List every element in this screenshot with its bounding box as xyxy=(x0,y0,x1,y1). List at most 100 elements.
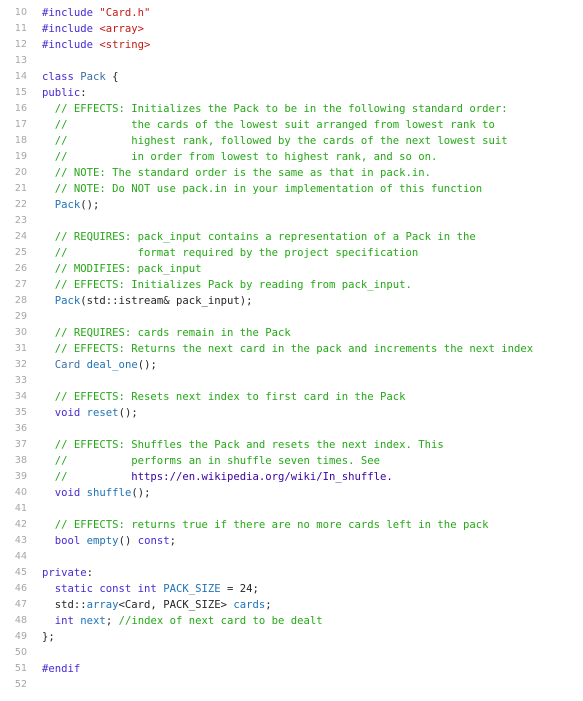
code-token: <array> xyxy=(99,23,145,35)
comment-token: // xyxy=(42,471,132,483)
code-line[interactable]: 43 bool empty() const; xyxy=(0,533,583,549)
code-line[interactable]: 16 // EFFECTS: Initializes the Pack to b… xyxy=(0,101,583,117)
code-line[interactable]: 30 // REQUIRES: cards remain in the Pack xyxy=(0,325,583,341)
code-line[interactable]: 23 xyxy=(0,213,583,229)
code-line[interactable]: 14 class Pack { xyxy=(0,69,583,85)
code-line[interactable]: 45 private: xyxy=(0,565,583,581)
code-line[interactable]: 18 // highest rank, followed by the card… xyxy=(0,133,583,149)
url-token[interactable]: https://en.wikipedia.org/wiki/In_shuffle… xyxy=(131,471,393,483)
line-number: 26 xyxy=(14,263,27,274)
code-line[interactable]: 24 // REQUIRES: pack_input contains a re… xyxy=(0,229,583,245)
code-line[interactable]: 31 // EFFECTS: Returns the next card in … xyxy=(0,341,583,357)
code-text: // EFFECTS: Returns the next card in the… xyxy=(42,341,533,357)
code-text: // EFFECTS: Resets next index to first c… xyxy=(42,389,406,405)
comment-token: // NOTE: The standard order is the same … xyxy=(42,167,432,179)
code-text: // highest rank, followed by the cards o… xyxy=(42,133,508,149)
code-text: // MODIFIES: pack_input xyxy=(42,261,202,277)
code-line[interactable]: 17 // the cards of the lowest suit arran… xyxy=(0,117,583,133)
line-number: 37 xyxy=(14,439,27,450)
code-line[interactable]: 34 // EFFECTS: Resets next index to firs… xyxy=(0,389,583,405)
code-text: // EFFECTS: Shuffles the Pack and resets… xyxy=(42,437,444,453)
code-token: array xyxy=(86,599,119,611)
code-token: ; xyxy=(105,615,119,627)
comment-token: // the cards of the lowest suit arranged… xyxy=(42,119,495,131)
code-text: #include <array> xyxy=(42,21,144,37)
line-number: 35 xyxy=(14,407,27,418)
code-line[interactable]: 36 xyxy=(0,421,583,437)
line-number: 18 xyxy=(14,135,27,146)
code-line[interactable]: 38 // performs an in shuffle seven times… xyxy=(0,453,583,469)
line-number: 30 xyxy=(14,327,27,338)
comment-token: // EFFECTS: Shuffles the Pack and resets… xyxy=(42,439,444,451)
code-text: std::array<Card, PACK_SIZE> cards; xyxy=(42,597,272,613)
code-line[interactable]: 13 xyxy=(0,53,583,69)
code-line[interactable]: 46 static const int PACK_SIZE = 24; xyxy=(0,581,583,597)
code-token: static const int xyxy=(54,583,157,595)
code-token: bool xyxy=(54,535,81,547)
code-token: shuffle xyxy=(86,487,132,499)
line-number: 23 xyxy=(14,215,27,226)
code-line[interactable]: 51 #endif xyxy=(0,661,583,677)
code-line[interactable]: 21 // NOTE: Do NOT use pack.in in your i… xyxy=(0,181,583,197)
line-number: 44 xyxy=(14,551,27,562)
code-token: Pack xyxy=(80,71,106,83)
code-line[interactable]: 11 #include <array> xyxy=(0,21,583,37)
code-token: empty xyxy=(86,535,119,547)
code-line[interactable]: 50 xyxy=(0,645,583,661)
line-number: 27 xyxy=(14,279,27,290)
code-text: #endif xyxy=(42,661,80,677)
line-number: 17 xyxy=(14,119,27,130)
code-editor[interactable]: 10 #include "Card.h" 11 #include <array> 12 #… xyxy=(0,5,583,693)
code-line[interactable]: 49}; xyxy=(0,629,583,645)
code-line[interactable]: 12 #include <string> xyxy=(0,37,583,53)
line-number: 16 xyxy=(14,103,27,114)
code-line[interactable]: 52 xyxy=(0,677,583,693)
line-number: 28 xyxy=(14,295,27,306)
code-line[interactable]: 22 Pack(); xyxy=(0,197,583,213)
code-line[interactable]: 26 // MODIFIES: pack_input xyxy=(0,261,583,277)
code-line[interactable]: 10 #include "Card.h" xyxy=(0,5,583,21)
code-line[interactable]: 44 xyxy=(0,549,583,565)
code-line[interactable]: 29 xyxy=(0,309,583,325)
code-token: <Card, PACK_SIZE> xyxy=(118,599,234,611)
code-token: #include xyxy=(42,23,100,35)
line-number: 50 xyxy=(14,647,27,658)
code-text: static const int PACK_SIZE = 24; xyxy=(42,581,259,597)
code-line[interactable]: 47 std::array<Card, PACK_SIZE> cards; xyxy=(0,597,583,613)
code-line[interactable]: 32 Card deal_one(); xyxy=(0,357,583,373)
code-line[interactable]: 42 // EFFECTS: returns true if there are… xyxy=(0,517,583,533)
code-text: // format required by the project specif… xyxy=(42,245,419,261)
code-line[interactable]: 19 // in order from lowest to highest ra… xyxy=(0,149,583,165)
code-token: Pack xyxy=(54,295,81,307)
code-text: // NOTE: The standard order is the same … xyxy=(42,165,431,181)
line-number: 31 xyxy=(14,343,27,354)
code-line[interactable]: 48 int next; //index of next card to be … xyxy=(0,613,583,629)
code-token: "Card.h" xyxy=(99,7,151,19)
code-line[interactable]: 25 // format required by the project spe… xyxy=(0,245,583,261)
line-number: 36 xyxy=(14,423,27,434)
code-token: next xyxy=(80,615,106,627)
code-token: (std::istream& pack_input); xyxy=(80,295,253,307)
line-number: 13 xyxy=(14,55,27,66)
code-line[interactable]: 15 public: xyxy=(0,85,583,101)
line-number: 43 xyxy=(14,535,27,546)
code-line[interactable]: 20 // NOTE: The standard order is the sa… xyxy=(0,165,583,181)
code-line[interactable]: 40 void shuffle(); xyxy=(0,485,583,501)
code-text: void shuffle(); xyxy=(42,485,151,501)
comment-token: //index of next card to be dealt xyxy=(118,615,323,627)
code-token: }; xyxy=(42,631,55,643)
code-line[interactable]: 37 // EFFECTS: Shuffles the Pack and res… xyxy=(0,437,583,453)
code-line[interactable]: 39 // https://en.wikipedia.org/wiki/In_s… xyxy=(0,469,583,485)
code-line[interactable]: 41 xyxy=(0,501,583,517)
code-text: // EFFECTS: returns true if there are no… xyxy=(42,517,489,533)
code-line[interactable]: 28 Pack(std::istream& pack_input); xyxy=(0,293,583,309)
code-line[interactable]: 35 void reset(); xyxy=(0,405,583,421)
code-line[interactable]: 33 xyxy=(0,373,583,389)
line-number: 38 xyxy=(14,455,27,466)
code-line[interactable]: 27 // EFFECTS: Initializes Pack by readi… xyxy=(0,277,583,293)
